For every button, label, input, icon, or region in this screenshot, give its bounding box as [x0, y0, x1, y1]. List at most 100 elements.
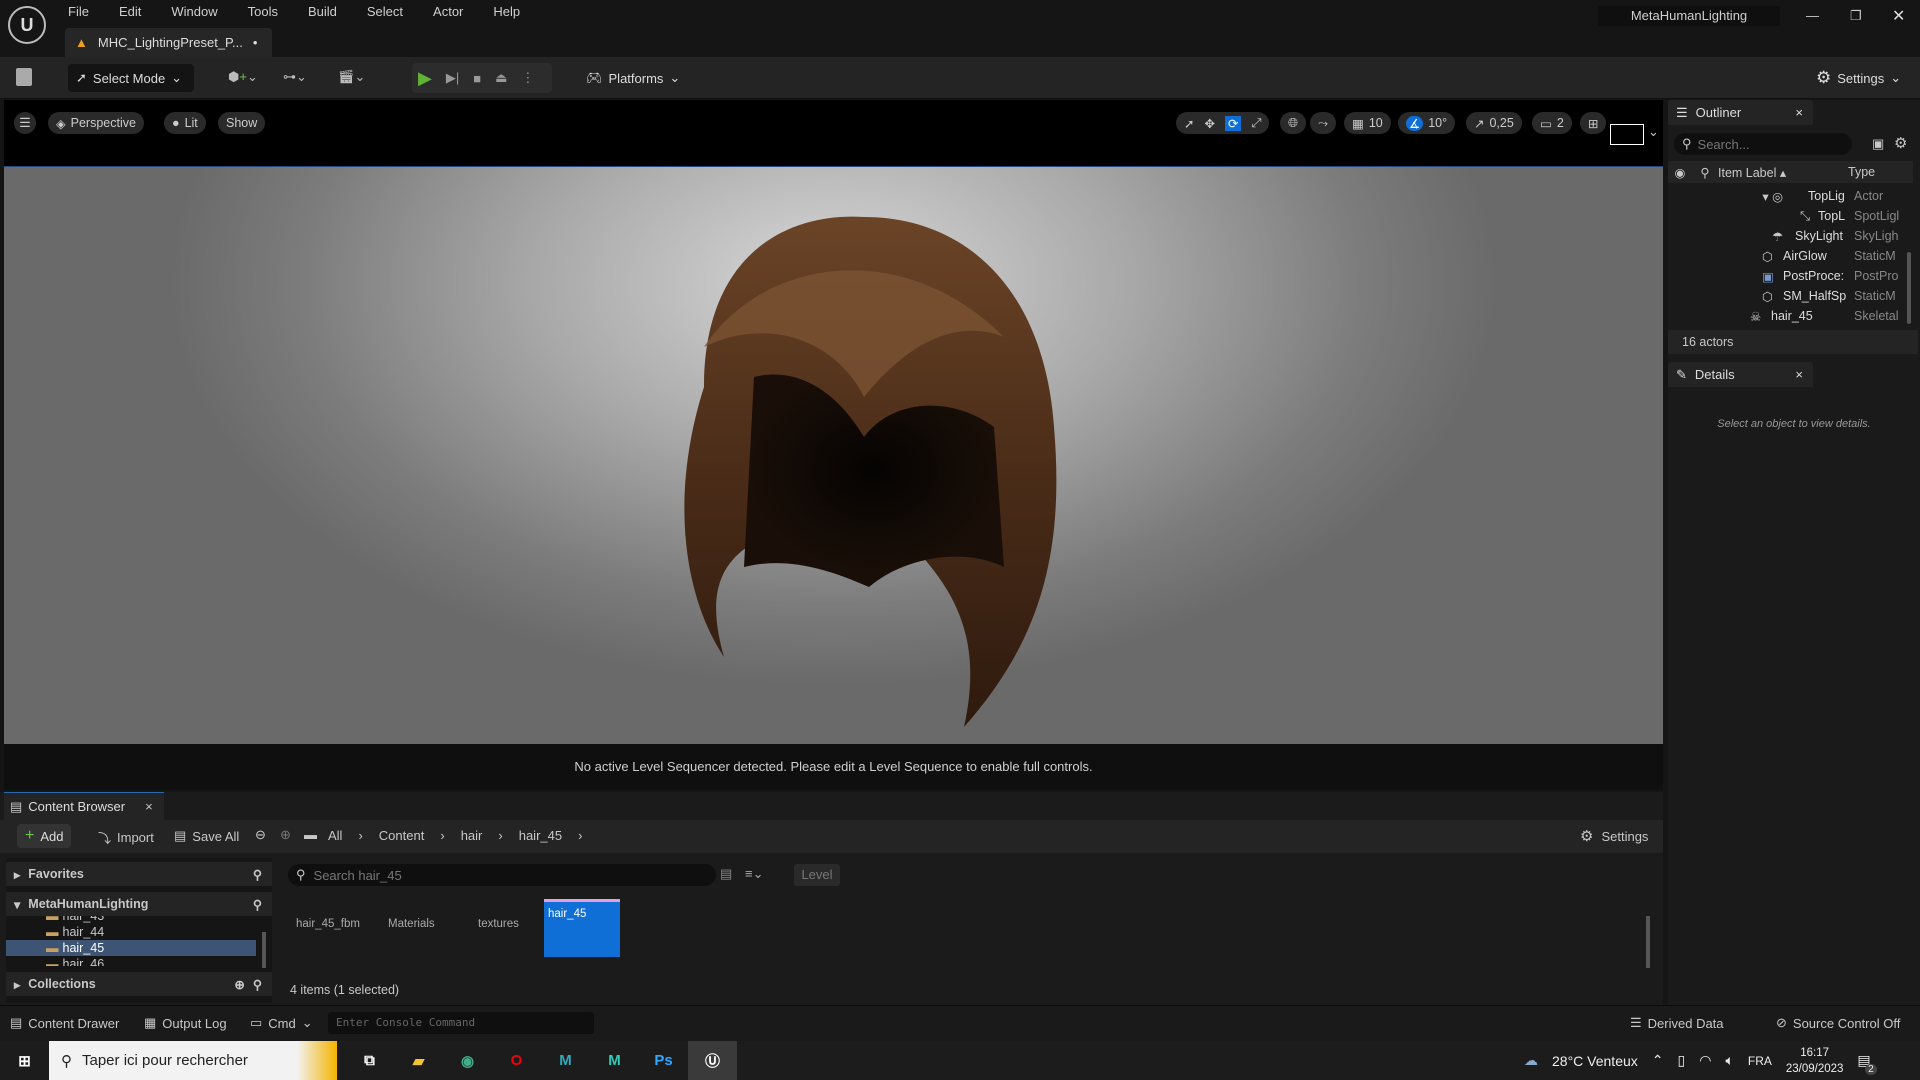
asset-item[interactable]: Materials: [388, 918, 435, 930]
taskbar-search-input[interactable]: Taper ici pour rechercher: [82, 1052, 248, 1069]
pin-icon[interactable]: ⚲: [1692, 165, 1718, 180]
output-log-button[interactable]: ▦ Output Log: [144, 1015, 227, 1031]
breadcrumb-content[interactable]: Content: [379, 828, 425, 843]
unreal-engine-icon[interactable]: Ⓤ: [688, 1041, 737, 1080]
outliner-row[interactable]: ⤡ TopL SpotLigl: [1668, 207, 1913, 227]
close-icon[interactable]: ×: [1795, 105, 1803, 120]
save-all-button[interactable]: ▤ Save All: [174, 828, 239, 844]
surface-snap-icon[interactable]: ⤳: [1310, 112, 1337, 134]
outliner-row[interactable]: ☂ SkyLight SkyLigh: [1668, 227, 1913, 247]
blueprint-icon[interactable]: ⊶⌄: [283, 69, 307, 85]
viewport-layout-button[interactable]: [1610, 124, 1644, 145]
gear-icon[interactable]: ⚙: [1894, 134, 1907, 152]
menu-window[interactable]: Window: [171, 4, 217, 19]
derived-data-button[interactable]: ☰ Derived Data: [1630, 1015, 1724, 1031]
col-item-label[interactable]: Item Label ▴: [1718, 165, 1848, 180]
close-icon[interactable]: ×: [145, 799, 153, 814]
menu-file[interactable]: File: [68, 4, 89, 19]
layout-icon[interactable]: ⊞: [1580, 112, 1607, 134]
unreal-logo[interactable]: U: [8, 6, 46, 44]
cmd-button[interactable]: ▭ Cmd ⌄: [250, 1015, 313, 1031]
project-section[interactable]: ▾ MetaHumanLighting ⚲: [6, 892, 272, 916]
tree-scrollbar[interactable]: [262, 932, 266, 968]
file-explorer-icon[interactable]: ▰: [394, 1041, 443, 1080]
menu-tools[interactable]: Tools: [248, 4, 278, 19]
chevron-down-icon[interactable]: ⌄: [1648, 124, 1659, 140]
rotate-tool-icon[interactable]: ⟳: [1224, 115, 1242, 131]
cinematics-icon[interactable]: 🎬︎⌄: [338, 69, 365, 85]
menu-actor[interactable]: Actor: [433, 4, 463, 19]
breadcrumb-all[interactable]: All: [328, 828, 342, 843]
asset-scrollbar[interactable]: [1646, 916, 1650, 968]
asset-item[interactable]: textures: [478, 918, 519, 930]
outliner-row[interactable]: ⬡ SM_HalfSp StaticM: [1668, 287, 1913, 307]
chevron-up-icon[interactable]: ⌃: [1652, 1052, 1664, 1069]
level-viewport[interactable]: ☰ ◈ Perspective ● Lit Show ➚ ✥ ⟳ ⤢ 🌐︎ ⤳ ▦ 1…: [4, 100, 1663, 790]
tree-item[interactable]: ▬ hair_44: [6, 924, 266, 940]
add-actor-icon[interactable]: ⬢+⌄: [228, 69, 258, 85]
breadcrumb-hair[interactable]: hair: [461, 828, 483, 843]
viewport-render[interactable]: [4, 166, 1663, 744]
level-tab[interactable]: ▲ MHC_LightingPreset_P... •: [65, 28, 272, 57]
col-type[interactable]: Type: [1848, 165, 1875, 179]
content-browser-tab[interactable]: ▤ Content Browser ×: [4, 792, 164, 820]
filter-icon[interactable]: ≡⌄: [745, 866, 763, 882]
asset-search[interactable]: ⚲ Search hair_45: [288, 864, 716, 886]
outliner-row[interactable]: ▣ PostProce: PostPro: [1668, 267, 1913, 287]
forward-icon[interactable]: ⊕: [280, 827, 291, 843]
tree-item-selected[interactable]: ▬ hair_45: [6, 940, 256, 956]
outliner-row[interactable]: ⬡ AirGlow StaticM: [1668, 247, 1913, 267]
select-tool-icon[interactable]: ➚: [1184, 116, 1194, 131]
menu-help[interactable]: Help: [493, 4, 520, 19]
outliner-search-input[interactable]: Search...: [1698, 137, 1750, 152]
menu-build[interactable]: Build: [308, 4, 337, 19]
collections-section[interactable]: ▸ Collections ⊕ ⚲: [6, 972, 272, 996]
maya-icon[interactable]: M: [541, 1041, 590, 1080]
tree-item[interactable]: ▬ hair_46: [6, 956, 266, 966]
photoshop-icon[interactable]: Ps: [639, 1041, 688, 1080]
more-icon[interactable]: ⋮: [521, 70, 534, 86]
search-icon[interactable]: ⚲: [253, 897, 262, 912]
outliner-scrollbar[interactable]: [1907, 252, 1911, 324]
search-icon[interactable]: ⚲: [253, 867, 262, 882]
camera-speed[interactable]: ▭ 2: [1532, 112, 1572, 134]
grid-snap[interactable]: ▦ 10: [1344, 112, 1391, 134]
close-button[interactable]: ✕: [1892, 6, 1905, 26]
asset-search-input[interactable]: Search hair_45: [314, 868, 402, 883]
import-button[interactable]: ⤵ Import: [98, 828, 154, 847]
search-icon[interactable]: ⚲: [253, 977, 262, 992]
select-mode-button[interactable]: ➚ Select Mode ⌄: [68, 64, 194, 92]
add-button[interactable]: + Add: [17, 824, 72, 848]
breadcrumb-hair-45[interactable]: hair_45: [519, 828, 562, 843]
scale-tool-icon[interactable]: ⤢: [1251, 116, 1261, 131]
wifi-icon[interactable]: ◠: [1699, 1052, 1711, 1069]
details-tab[interactable]: ✎ Details ×: [1668, 362, 1813, 387]
notifications-icon[interactable]: ▤ 2: [1857, 1052, 1877, 1075]
content-drawer-button[interactable]: ▤ Content Drawer: [10, 1015, 119, 1031]
outliner-row[interactable]: ▾ ◎ TopLig Actor: [1668, 187, 1913, 207]
rotation-snap[interactable]: ∡ 10°: [1398, 112, 1456, 134]
world-local-icon[interactable]: 🌐︎: [1280, 112, 1307, 134]
add-collection-icon[interactable]: ⊕: [234, 977, 244, 992]
maya-icon[interactable]: M: [590, 1041, 639, 1080]
back-icon[interactable]: ⊖: [255, 827, 266, 843]
restore-button[interactable]: ❐: [1850, 8, 1862, 24]
step-icon[interactable]: ▶︎|: [446, 70, 459, 86]
asset-item[interactable]: hair_45_fbm: [296, 918, 360, 930]
clock[interactable]: 16:17 23/09/2023: [1786, 1045, 1844, 1077]
translate-tool-icon[interactable]: ✥: [1204, 116, 1214, 131]
lit-button[interactable]: ● Lit: [164, 112, 206, 134]
menu-select[interactable]: Select: [367, 4, 403, 19]
scale-snap[interactable]: ↗ 0,25: [1466, 112, 1522, 134]
favorites-section[interactable]: ▸ Favorites ⚲: [6, 862, 272, 886]
viewport-menu-button[interactable]: ☰: [14, 112, 36, 134]
close-icon[interactable]: ×: [1795, 367, 1803, 382]
play-icon[interactable]: ▶: [418, 68, 432, 89]
outliner-row[interactable]: ☠ hair_45 Skeletal: [1668, 307, 1913, 327]
minimize-button[interactable]: —: [1806, 8, 1819, 23]
perspective-button[interactable]: ◈ Perspective: [48, 112, 144, 134]
stop-icon[interactable]: ■: [473, 71, 481, 86]
visibility-icon[interactable]: ◉: [1668, 165, 1692, 180]
console-input[interactable]: Enter Console Command: [328, 1012, 594, 1034]
volume-icon[interactable]: 🔈︎: [1725, 1052, 1733, 1069]
